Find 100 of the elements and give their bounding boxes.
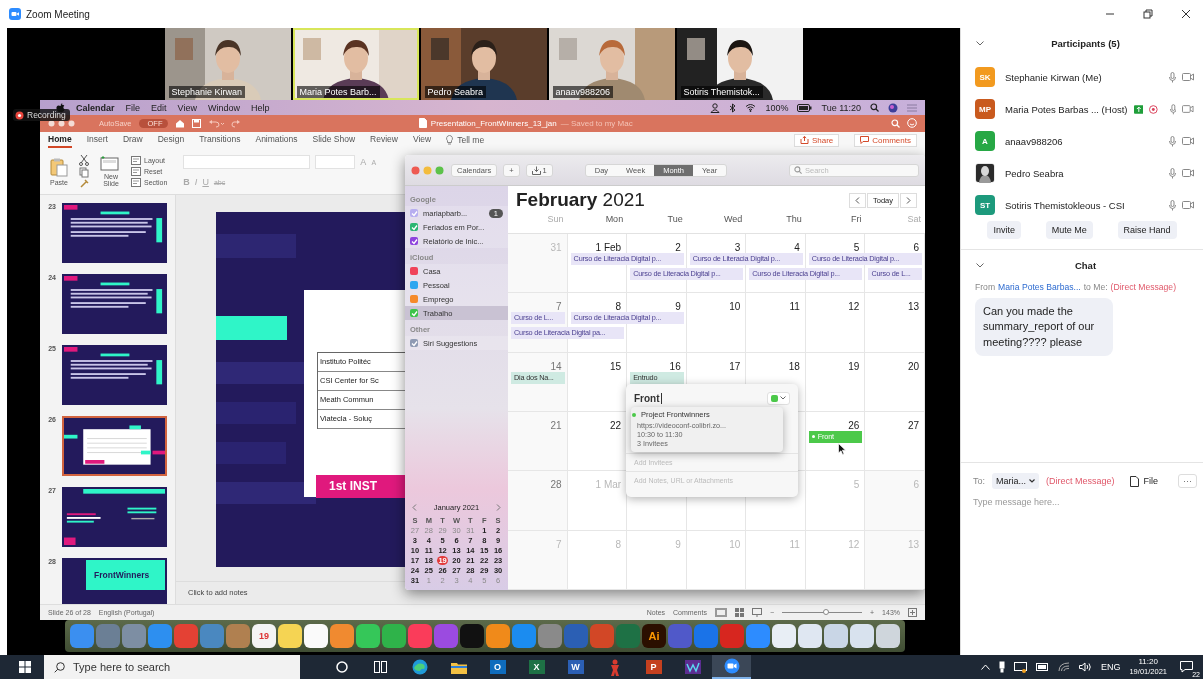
calendar-checkbox[interactable]: [410, 223, 418, 231]
calendar-checkbox[interactable]: [410, 339, 418, 347]
ribbon-tab[interactable]: Slide Show: [312, 132, 356, 149]
normal-view-icon[interactable]: [714, 608, 727, 617]
chevron-right-icon[interactable]: [496, 504, 501, 511]
undo-icon[interactable]: [207, 119, 224, 128]
slider-thumb[interactable]: [823, 609, 829, 615]
app-icon[interactable]: [850, 624, 874, 648]
save-icon[interactable]: [191, 119, 201, 128]
calendar-checkbox[interactable]: [410, 267, 418, 275]
taskbar-app[interactable]: W: [556, 655, 595, 679]
app-icon[interactable]: [356, 624, 380, 648]
microphone-icon[interactable]: [1169, 199, 1176, 211]
app-icon[interactable]: [382, 624, 406, 648]
ribbon-tab[interactable]: Draw: [122, 132, 143, 149]
participant-name[interactable]: Stephanie Kirwan (Me): [1005, 71, 1102, 83]
recipient-dropdown[interactable]: Maria...: [992, 473, 1040, 489]
monitor-icon[interactable]: [1013, 661, 1027, 673]
chevron-up-icon[interactable]: [980, 664, 990, 670]
chevron-left-icon[interactable]: [412, 504, 417, 511]
panel-button[interactable]: Raise Hand: [1117, 221, 1177, 239]
slide-thumbnail[interactable]: [62, 273, 167, 334]
file-attach-control[interactable]: File: [1129, 475, 1159, 487]
speaker-icon[interactable]: [1078, 662, 1092, 672]
participant-name[interactable]: Pedro Seabra: [1005, 167, 1064, 179]
event-title-field[interactable]: Front: [634, 392, 662, 404]
ribbon-tab[interactable]: View: [412, 132, 432, 149]
app-icon[interactable]: [798, 624, 822, 648]
more-button[interactable]: ···: [1178, 474, 1197, 488]
participant-name[interactable]: Maria Potes Barbas ... (Host): [1005, 103, 1128, 115]
windows-start-icon[interactable]: [19, 661, 31, 673]
app-icon[interactable]: 19: [252, 624, 276, 648]
share-button[interactable]: Share: [793, 133, 840, 147]
menu-item[interactable]: View: [177, 102, 197, 113]
font-size-field[interactable]: [315, 155, 356, 170]
video-camera-icon[interactable]: [1182, 169, 1194, 177]
app-icon[interactable]: [330, 624, 354, 648]
search-icon[interactable]: [870, 103, 879, 112]
wifi-icon[interactable]: [1057, 662, 1070, 672]
taskbar-app[interactable]: O: [478, 655, 517, 679]
app-icon[interactable]: [278, 624, 302, 648]
menu-item[interactable]: Help: [250, 102, 270, 113]
video-camera-icon[interactable]: [1182, 73, 1194, 81]
battery-icon[interactable]: [797, 103, 813, 112]
clipboard-tools-icon[interactable]: [77, 154, 91, 189]
taskbar-app[interactable]: X: [517, 655, 556, 679]
slide-thumbnail[interactable]: [62, 344, 167, 405]
app-icon[interactable]: Ai: [642, 624, 666, 648]
search-field[interactable]: Type here to search: [44, 655, 300, 679]
microphone-icon[interactable]: [1169, 167, 1176, 179]
battery-icon[interactable]: [1035, 663, 1049, 671]
fit-slide-icon[interactable]: [908, 608, 917, 617]
microphone-icon[interactable]: [1169, 103, 1177, 115]
font-name-field[interactable]: [183, 155, 311, 170]
redo-icon[interactable]: [230, 119, 241, 128]
next-button[interactable]: [900, 192, 917, 208]
previous-button[interactable]: [849, 192, 866, 208]
presenter-view-icon[interactable]: [751, 608, 762, 617]
tell-me-field[interactable]: Tell me: [457, 135, 485, 146]
ribbon-tab[interactable]: Transitions: [199, 132, 241, 149]
slide-thumbnail[interactable]: [62, 202, 167, 263]
app-icon[interactable]: [772, 624, 796, 648]
slide-thumbnail[interactable]: FrontWinners: [62, 557, 167, 605]
calendar-checkbox[interactable]: [410, 237, 418, 245]
comments-button[interactable]: Comments: [854, 133, 917, 147]
menu-item[interactable]: Edit: [151, 102, 167, 113]
sender-link[interactable]: Maria Potes Barbas...: [998, 282, 1081, 292]
calendar-checkbox[interactable]: [410, 309, 418, 317]
ribbon-tab[interactable]: Animations: [255, 132, 298, 149]
language-indicator[interactable]: ENG: [1100, 662, 1121, 672]
calendar-checkbox[interactable]: [410, 295, 418, 303]
video-camera-icon[interactable]: [1182, 105, 1194, 113]
chevron-down-icon[interactable]: [976, 262, 984, 268]
slide-thumbnail[interactable]: [62, 486, 167, 547]
grid-view-icon[interactable]: [734, 608, 744, 617]
smiley-icon[interactable]: [907, 118, 917, 129]
new-slide-icon[interactable]: [100, 154, 122, 171]
app-icon[interactable]: [460, 624, 484, 648]
participant-name[interactable]: anaav988206: [1005, 135, 1063, 147]
usb-drive-icon[interactable]: [998, 661, 1005, 673]
menu-item[interactable]: Window: [207, 102, 240, 113]
color-picker[interactable]: [767, 391, 790, 405]
participant-name[interactable]: Sotiris Themistokleous - CSI: [1005, 199, 1125, 211]
menu-item[interactable]: File: [125, 102, 141, 113]
wifi-icon[interactable]: [745, 103, 757, 112]
microphone-icon[interactable]: [1169, 135, 1176, 147]
app-icon[interactable]: [486, 624, 510, 648]
home-icon[interactable]: [174, 119, 185, 128]
microphone-icon[interactable]: [1169, 71, 1176, 83]
menu-item[interactable]: Calendar: [76, 102, 115, 113]
app-icon[interactable]: [304, 624, 328, 648]
paste-icon[interactable]: [49, 156, 69, 177]
close-icon[interactable]: [1181, 9, 1191, 19]
restore-icon[interactable]: [1143, 9, 1153, 19]
ribbon-tab[interactable]: Design: [157, 132, 185, 149]
person-icon[interactable]: [710, 102, 721, 113]
calendar-checkbox[interactable]: [410, 281, 418, 289]
ribbon-tab[interactable]: Review: [370, 132, 398, 149]
calendar-checkbox[interactable]: [410, 209, 418, 217]
panel-button[interactable]: Mute Me: [1045, 221, 1093, 239]
